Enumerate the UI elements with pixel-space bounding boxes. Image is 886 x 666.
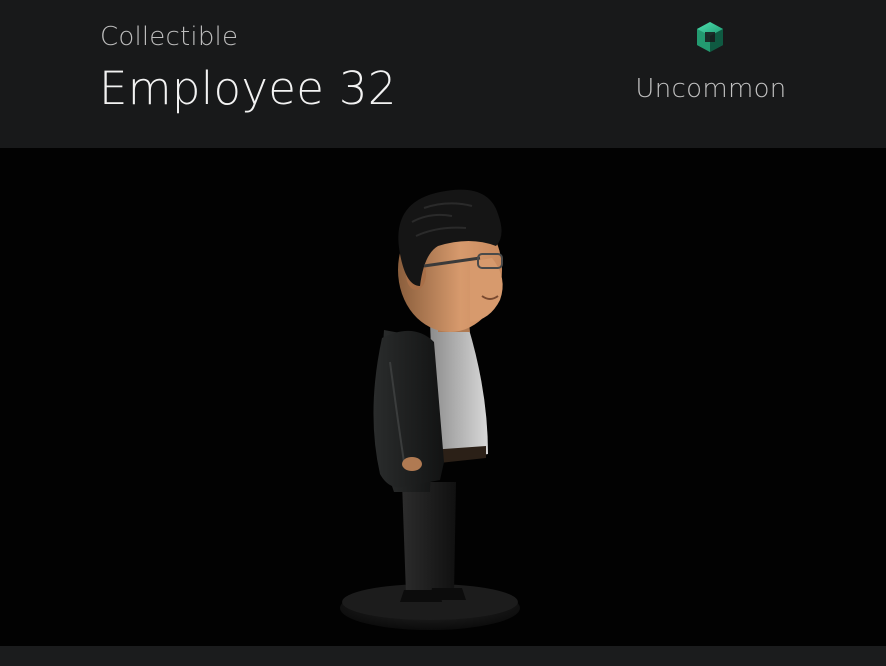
collectible-category: Collectible [100, 22, 239, 52]
bottom-bar [0, 646, 886, 666]
rarity-label: Uncommon [635, 74, 787, 104]
figurine-model[interactable] [320, 162, 560, 644]
collectible-title: Employee 32 [99, 62, 397, 115]
collectible-viewer[interactable] [0, 148, 886, 646]
rarity-cube-icon [697, 22, 723, 52]
collectible-header: Collectible Employee 32 Uncommon [0, 0, 886, 148]
